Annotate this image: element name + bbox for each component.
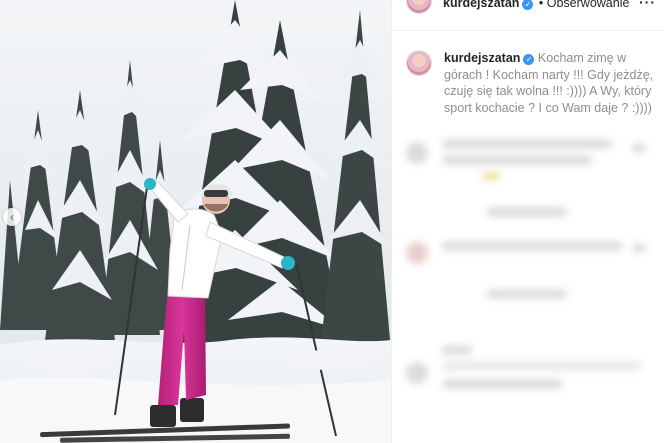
photo-scene	[0, 0, 391, 443]
post-header: kurdejszatan ✓ • Obserwowanie ···	[392, 0, 664, 14]
blurred-comments	[392, 130, 664, 443]
chevron-left-icon: ‹	[10, 210, 14, 224]
post-photo[interactable]: ‹	[0, 0, 391, 443]
verified-badge-icon: ✓	[523, 54, 535, 65]
username-link[interactable]: kurdejszatan	[443, 0, 519, 10]
more-horizontal-icon[interactable]: ···	[639, 0, 656, 10]
following-button[interactable]: • Obserwowanie	[539, 0, 630, 10]
caption-avatar[interactable]	[406, 50, 432, 76]
avatar[interactable]	[406, 0, 432, 14]
post-sidebar: kurdejszatan ✓ • Obserwowanie ··· kurdejs…	[392, 0, 664, 443]
header-divider	[392, 30, 664, 31]
header-username-row: kurdejszatan ✓ • Obserwowanie	[443, 0, 629, 10]
caption-text: kurdejszatan ✓ Kocham zimę w górach ! Koc…	[444, 50, 659, 116]
caption-username-link[interactable]: kurdejszatan	[444, 51, 520, 65]
carousel-prev-button[interactable]: ‹	[3, 208, 21, 226]
verified-badge-icon: ✓	[522, 0, 534, 10]
